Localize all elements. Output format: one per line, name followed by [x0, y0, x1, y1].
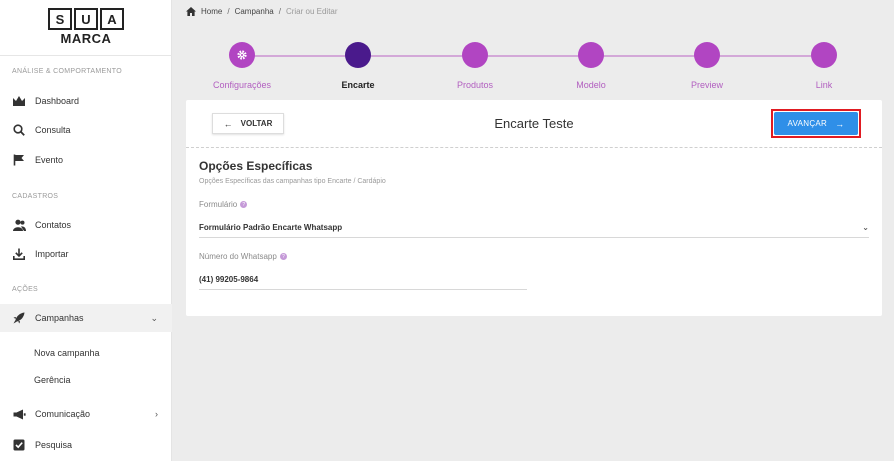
section-title-acoes: AÇÕES: [12, 286, 39, 293]
whatsapp-input-value: (41) 99205-9864: [199, 275, 259, 284]
sidebar-item-campanhas[interactable]: Campanhas ⌄: [0, 304, 172, 332]
chevron-right-icon: ›: [155, 409, 158, 419]
sidebar-subitem-nova-campanha[interactable]: Nova campanha: [34, 348, 100, 358]
sidebar-item-label: Contatos: [35, 220, 72, 230]
card-header: ← VOLTAR Encarte Teste AVANÇAR →: [186, 100, 882, 148]
sidebar-item-evento[interactable]: Evento: [0, 146, 172, 174]
rocket-icon: [12, 311, 26, 325]
section-title-analise: ANÁLISE & COMPORTAMENTO: [12, 68, 122, 75]
sidebar-item-label: Campanhas: [35, 313, 84, 323]
sidebar-item-label: Comunicação: [35, 409, 91, 419]
step-dot: [229, 42, 255, 68]
breadcrumb-separator: /: [227, 6, 230, 16]
step-dot-current: [345, 42, 371, 68]
step-dot: [694, 42, 720, 68]
users-icon: [12, 218, 26, 232]
megaphone-icon: [12, 407, 26, 421]
arrow-right-icon: →: [835, 118, 845, 129]
logo-letter: A: [100, 8, 124, 30]
breadcrumb-campanha[interactable]: Campanha: [235, 7, 274, 16]
breadcrumb: Home / Campanha / Criar ou Editar: [186, 5, 338, 17]
sidebar-item-label: Evento: [35, 155, 64, 165]
form-select-value: Formulário Padrão Encarte Whatsapp: [199, 223, 343, 232]
step-dot: [462, 42, 488, 68]
checkbox-icon: [12, 438, 26, 452]
help-icon[interactable]: ?: [240, 201, 248, 208]
step-label: Configurações: [212, 80, 272, 90]
sidebar: S U A MARCA ANÁLISE & COMPORTAMENTO Dash…: [0, 0, 172, 461]
section-title: Opções Específicas: [199, 159, 313, 173]
step-preview[interactable]: Preview: [647, 42, 767, 90]
download-icon: [12, 247, 26, 261]
sidebar-item-importar[interactable]: Importar: [0, 240, 172, 268]
step-label: Modelo: [576, 80, 606, 90]
sidebar-item-pesquisa[interactable]: Pesquisa: [0, 431, 172, 459]
next-button[interactable]: AVANÇAR →: [774, 112, 858, 135]
step-dot: [578, 42, 604, 68]
next-button-label: AVANÇAR: [787, 119, 828, 128]
logo-letter: U: [74, 8, 98, 30]
wizard-stepper: Configurações Encarte Produtos Modelo Pr…: [186, 36, 882, 96]
sidebar-item-dashboard[interactable]: Dashboard: [0, 87, 172, 115]
step-label: Encarte: [341, 80, 375, 90]
sidebar-item-label: Pesquisa: [35, 440, 73, 450]
sidebar-subitem-gerencia[interactable]: Gerência: [34, 375, 71, 385]
gear-icon: [237, 50, 247, 60]
breadcrumb-home[interactable]: Home: [201, 7, 222, 16]
sidebar-item-comunicacao[interactable]: Comunicação ›: [0, 400, 172, 428]
chevron-down-icon: ⌄: [150, 312, 158, 323]
dashboard-icon: [12, 94, 26, 108]
section-title-cadastros: CADASTROS: [12, 193, 59, 200]
flag-icon: [12, 153, 26, 167]
home-icon[interactable]: [186, 6, 196, 16]
step-label: Preview: [690, 80, 723, 90]
brand-logo[interactable]: S U A MARCA: [48, 8, 128, 46]
chevron-down-icon: ⌄: [862, 223, 869, 232]
sidebar-item-consulta[interactable]: Consulta: [0, 116, 172, 144]
step-modelo[interactable]: Modelo: [531, 42, 651, 90]
sidebar-item-label: Consulta: [35, 125, 71, 135]
step-dot: [811, 42, 837, 68]
section-subtitle: Opções Específicas das campanhas tipo En…: [199, 178, 386, 185]
divider: [0, 55, 172, 56]
whatsapp-input[interactable]: (41) 99205-9864: [199, 270, 527, 290]
form-field-label: Formulário ?: [199, 200, 248, 209]
whatsapp-label-text: Número do Whatsapp: [199, 252, 277, 261]
breadcrumb-current: Criar ou Editar: [285, 6, 338, 16]
sidebar-item-label: Importar: [35, 249, 69, 259]
form-label-text: Formulário: [199, 200, 238, 209]
whatsapp-field-label: Número do Whatsapp ?: [199, 252, 287, 261]
campaign-form-card: ← VOLTAR Encarte Teste AVANÇAR → Opções …: [186, 100, 882, 316]
search-icon: [12, 123, 26, 137]
logo-letter: S: [48, 8, 72, 30]
breadcrumb-separator: /: [278, 6, 281, 16]
logo-word: MARCA: [60, 31, 112, 46]
step-configuracoes[interactable]: Configurações: [182, 42, 302, 90]
step-label: Produtos: [456, 80, 494, 90]
step-produtos[interactable]: Produtos: [415, 42, 535, 90]
step-encarte[interactable]: Encarte: [298, 42, 418, 90]
sidebar-item-contatos[interactable]: Contatos: [0, 211, 172, 239]
logo-letters: S U A: [48, 8, 128, 30]
step-link[interactable]: Link: [764, 42, 884, 90]
form-select[interactable]: Formulário Padrão Encarte Whatsapp ⌄: [199, 218, 869, 238]
sidebar-item-label: Dashboard: [35, 96, 80, 106]
help-icon[interactable]: ?: [279, 253, 287, 260]
step-label: Link: [815, 80, 833, 90]
